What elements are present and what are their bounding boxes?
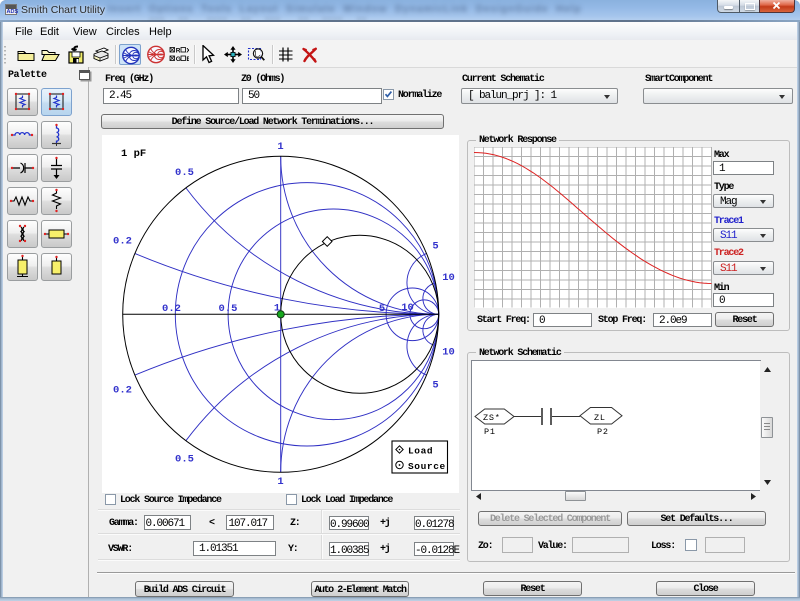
svg-text:R: R [176, 48, 181, 55]
svg-text:5: 5 [432, 380, 438, 392]
svg-text:ZS*: ZS* [483, 413, 501, 423]
svg-text:0.5: 0.5 [219, 303, 238, 315]
svg-text:1: 1 [277, 476, 283, 488]
svg-text:0.2: 0.2 [113, 236, 132, 248]
svg-text:10: 10 [442, 347, 455, 359]
svg-text:1: 1 [277, 141, 283, 153]
svg-text:0.2: 0.2 [113, 385, 132, 397]
svg-text:Source: Source [408, 461, 446, 472]
svg-text:0.2: 0.2 [162, 303, 181, 315]
svg-text:10: 10 [442, 272, 455, 284]
svg-text:5: 5 [432, 241, 438, 253]
svg-text:X: X [186, 48, 189, 55]
svg-text:P2: P2 [597, 427, 609, 437]
svg-text:0.5: 0.5 [175, 167, 194, 179]
svg-text:B: B [186, 56, 189, 63]
svg-text:5: 5 [379, 303, 385, 315]
svg-text:1 pF: 1 pF [121, 148, 146, 160]
svg-text:G: G [176, 56, 181, 63]
svg-text:10: 10 [401, 302, 414, 314]
svg-text:P1: P1 [484, 427, 496, 437]
svg-text:Load: Load [408, 446, 433, 457]
svg-text:ZL: ZL [594, 413, 606, 423]
svg-text:0.5: 0.5 [175, 454, 194, 466]
